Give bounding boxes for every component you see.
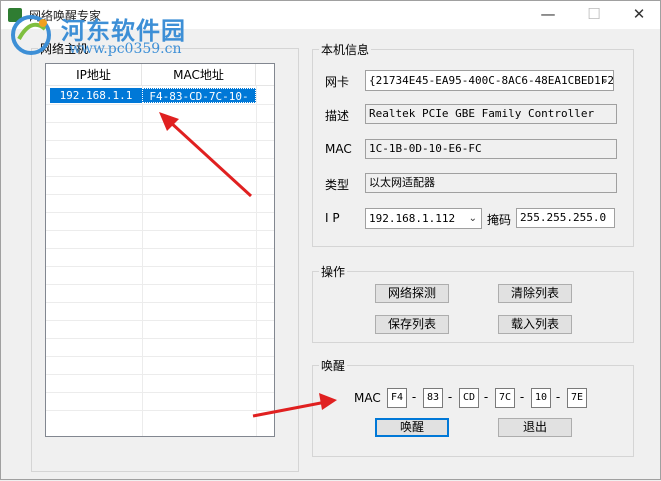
grid-line xyxy=(46,266,274,267)
mac-label: MAC xyxy=(325,142,352,156)
window-title: 网络唤醒专家 xyxy=(29,9,102,23)
grid-line xyxy=(46,212,274,213)
wake-button[interactable]: 唤醒 xyxy=(375,418,449,437)
mac-separator: - xyxy=(447,390,453,404)
grid-line xyxy=(46,140,274,141)
mac-octet-3[interactable]: CD xyxy=(459,388,479,408)
mac-separator: - xyxy=(519,390,525,404)
grid-line xyxy=(256,86,257,436)
table-row[interactable]: 192.168.1.1 F4-83-CD-7C-10-7E xyxy=(50,88,256,118)
app-icon xyxy=(8,8,22,22)
nic-label: 网卡 xyxy=(325,75,350,89)
wake-group: 唤醒 MAC F4 - 83 - CD - 7C - 10 - 7E 唤醒 退出 xyxy=(312,357,634,457)
grid-line xyxy=(46,410,274,411)
minimize-button[interactable]: — xyxy=(525,1,571,29)
desc-label: 描述 xyxy=(325,109,350,123)
grid-line xyxy=(142,86,143,436)
grid-line xyxy=(46,122,274,123)
grid-line xyxy=(46,248,274,249)
grid-line xyxy=(46,338,274,339)
mac-octet-1[interactable]: F4 xyxy=(387,388,407,408)
close-button[interactable]: ✕ xyxy=(616,1,661,29)
mac-field[interactable]: 1C-1B-0D-10-E6-FC xyxy=(365,139,617,159)
grid-line xyxy=(46,320,274,321)
ip-label: I P xyxy=(325,211,340,225)
wake-mac-label: MAC xyxy=(354,391,381,405)
mask-label: 掩码 xyxy=(487,213,512,227)
maximize-button[interactable]: ☐ xyxy=(571,1,617,29)
mac-octet-6[interactable]: 7E xyxy=(567,388,587,408)
local-info-label: 本机信息 xyxy=(319,41,372,58)
load-list-button[interactable]: 载入列表 xyxy=(498,315,572,334)
grid-line xyxy=(46,356,274,357)
mac-octet-5[interactable]: 10 xyxy=(531,388,551,408)
mac-separator: - xyxy=(555,390,561,404)
grid-line xyxy=(46,374,274,375)
nic-select[interactable]: {21734E45-EA95-400C-8AC6-48EA1CBED1F2} ⌄ xyxy=(365,70,614,91)
host-ip-cell[interactable]: 192.168.1.1 xyxy=(50,88,142,103)
nic-select-value: {21734E45-EA95-400C-8AC6-48EA1CBED1F2} xyxy=(369,74,614,87)
grid-line xyxy=(46,158,274,159)
main-window: 网络唤醒专家 — ☐ ✕ 网络主机 IP地址 MAC地址 192.168.1.1… xyxy=(0,0,661,480)
host-group-label: 网络主机 xyxy=(38,40,91,57)
operations-group: 操作 网络探测 清除列表 保存列表 载入列表 xyxy=(312,263,634,343)
save-list-button[interactable]: 保存列表 xyxy=(375,315,449,334)
grid-line xyxy=(46,230,274,231)
exit-button[interactable]: 退出 xyxy=(498,418,572,437)
type-field[interactable]: 以太网适配器 xyxy=(365,173,617,193)
column-header-mac[interactable]: MAC地址 xyxy=(142,64,256,86)
mac-separator: - xyxy=(411,390,417,404)
chevron-down-icon: ⌄ xyxy=(468,213,477,224)
title-bar: 网络唤醒专家 — ☐ ✕ xyxy=(1,1,660,29)
mask-field[interactable]: 255.255.255.0 xyxy=(516,208,615,228)
grid-line xyxy=(46,302,274,303)
ip-select-value: 192.168.1.112 xyxy=(369,212,456,225)
grid-line xyxy=(46,104,274,105)
chevron-down-icon: ⌄ xyxy=(600,75,609,86)
grid-line xyxy=(46,392,274,393)
grid-line xyxy=(46,194,274,195)
detect-network-button[interactable]: 网络探测 xyxy=(375,284,449,303)
mac-octet-2[interactable]: 83 xyxy=(423,388,443,408)
type-label: 类型 xyxy=(325,178,350,192)
desc-field[interactable]: Realtek PCIe GBE Family Controller xyxy=(365,104,617,124)
host-group: 网络主机 IP地址 MAC地址 192.168.1.1 F4-83-CD-7C-… xyxy=(31,40,299,472)
host-list[interactable]: IP地址 MAC地址 192.168.1.1 F4-83-CD-7C-10-7E xyxy=(45,63,275,437)
wake-group-label: 唤醒 xyxy=(319,357,348,374)
host-mac-cell[interactable]: F4-83-CD-7C-10-7E xyxy=(142,88,256,118)
local-info-group: 本机信息 网卡 {21734E45-EA95-400C-8AC6-48EA1CB… xyxy=(312,41,634,247)
mac-separator: - xyxy=(483,390,489,404)
grid-line xyxy=(46,284,274,285)
column-header-ip[interactable]: IP地址 xyxy=(46,64,142,86)
mac-octet-4[interactable]: 7C xyxy=(495,388,515,408)
grid-line xyxy=(46,176,274,177)
column-header-filler xyxy=(256,64,274,86)
clear-list-button[interactable]: 清除列表 xyxy=(498,284,572,303)
operations-label: 操作 xyxy=(319,263,348,280)
ip-select[interactable]: 192.168.1.112 ⌄ xyxy=(365,208,482,229)
